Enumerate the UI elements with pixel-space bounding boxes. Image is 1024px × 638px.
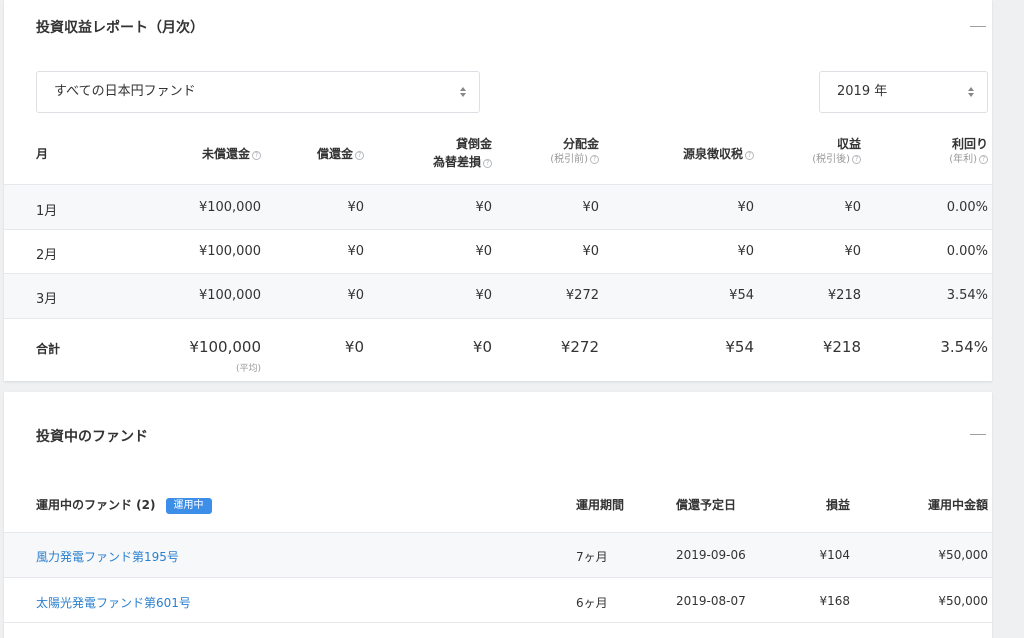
fund-link[interactable]: 風力発電ファンド第195号: [36, 548, 179, 565]
help-icon[interactable]: ?: [483, 159, 492, 168]
col-yield: 利回り (年利)?: [949, 137, 988, 165]
help-icon[interactable]: ?: [979, 155, 988, 164]
table-row: 2月 ¥100,000 ¥0 ¥0 ¥0 ¥0 ¥0 0.00%: [4, 229, 992, 273]
table-row: 太陽光発電ファンド第601号 6ヶ月 2019-08-07 ¥168 ¥50,0…: [4, 577, 992, 622]
col-withholding-tax: 源泉徴収税?: [683, 145, 754, 163]
col-fund-name: 運用中のファンド (2) 運用中: [36, 496, 212, 514]
col-unredeemed: 未償還金?: [202, 145, 261, 163]
average-note: (平均): [235, 364, 261, 374]
col-distribution: 分配金 (税引前)?: [550, 137, 599, 165]
total-row: 合計 ¥100,000 (平均) ¥0 ¥0 ¥272 ¥54 ¥218 3.5…: [4, 318, 992, 381]
year-select[interactable]: 2019 年: [819, 71, 988, 113]
table-row-divider: [4, 622, 992, 638]
collapse-report-icon[interactable]: [970, 26, 986, 27]
help-icon[interactable]: ?: [355, 151, 364, 160]
col-profit: 収益 (税引後)?: [812, 137, 861, 165]
help-icon[interactable]: ?: [252, 151, 261, 160]
fund-link[interactable]: 太陽光発電ファンド第601号: [36, 594, 191, 611]
fund-select-value: すべての日本円ファンド: [54, 84, 196, 99]
select-arrows-icon: [967, 86, 975, 98]
table-row: 1月 ¥100,000 ¥0 ¥0 ¥0 ¥0 ¥0 0.00%: [4, 184, 992, 229]
col-bad-debt: 貸倒金 為替差損?: [432, 137, 492, 169]
active-funds-card: 投資中のファンド 運用中のファンド (2) 運用中 運用期間 償還予定日 損益 運…: [4, 392, 992, 638]
col-period: 運用期間: [576, 498, 625, 512]
total-label: 合計: [36, 342, 61, 356]
col-redemption-date: 償還予定日: [676, 498, 737, 512]
col-amount: 運用中金額: [927, 498, 988, 512]
fund-select[interactable]: すべての日本円ファンド: [36, 71, 480, 113]
help-icon[interactable]: ?: [852, 155, 861, 164]
table-row: 風力発電ファンド第195号 7ヶ月 2019-09-06 ¥104 ¥50,00…: [4, 532, 992, 577]
col-redeemed: 償還金?: [317, 145, 364, 163]
table-row: 3月 ¥100,000 ¥0 ¥0 ¥272 ¥54 ¥218 3.54%: [4, 273, 992, 318]
status-badge: 運用中: [165, 498, 212, 514]
help-icon[interactable]: ?: [745, 151, 754, 160]
select-arrows-icon: [459, 86, 467, 98]
help-icon[interactable]: ?: [590, 155, 599, 164]
collapse-funds-icon[interactable]: [970, 434, 986, 435]
monthly-report-card: 投資収益レポート（月次） すべての日本円ファンド 2019 年 月 未償還金? …: [4, 0, 992, 381]
funds-title: 投資中のファンド: [36, 429, 148, 445]
report-title: 投資収益レポート（月次）: [36, 20, 204, 36]
col-fund-profit: 損益: [825, 498, 850, 512]
col-month: 月: [36, 147, 49, 161]
year-select-value: 2019 年: [837, 84, 888, 99]
